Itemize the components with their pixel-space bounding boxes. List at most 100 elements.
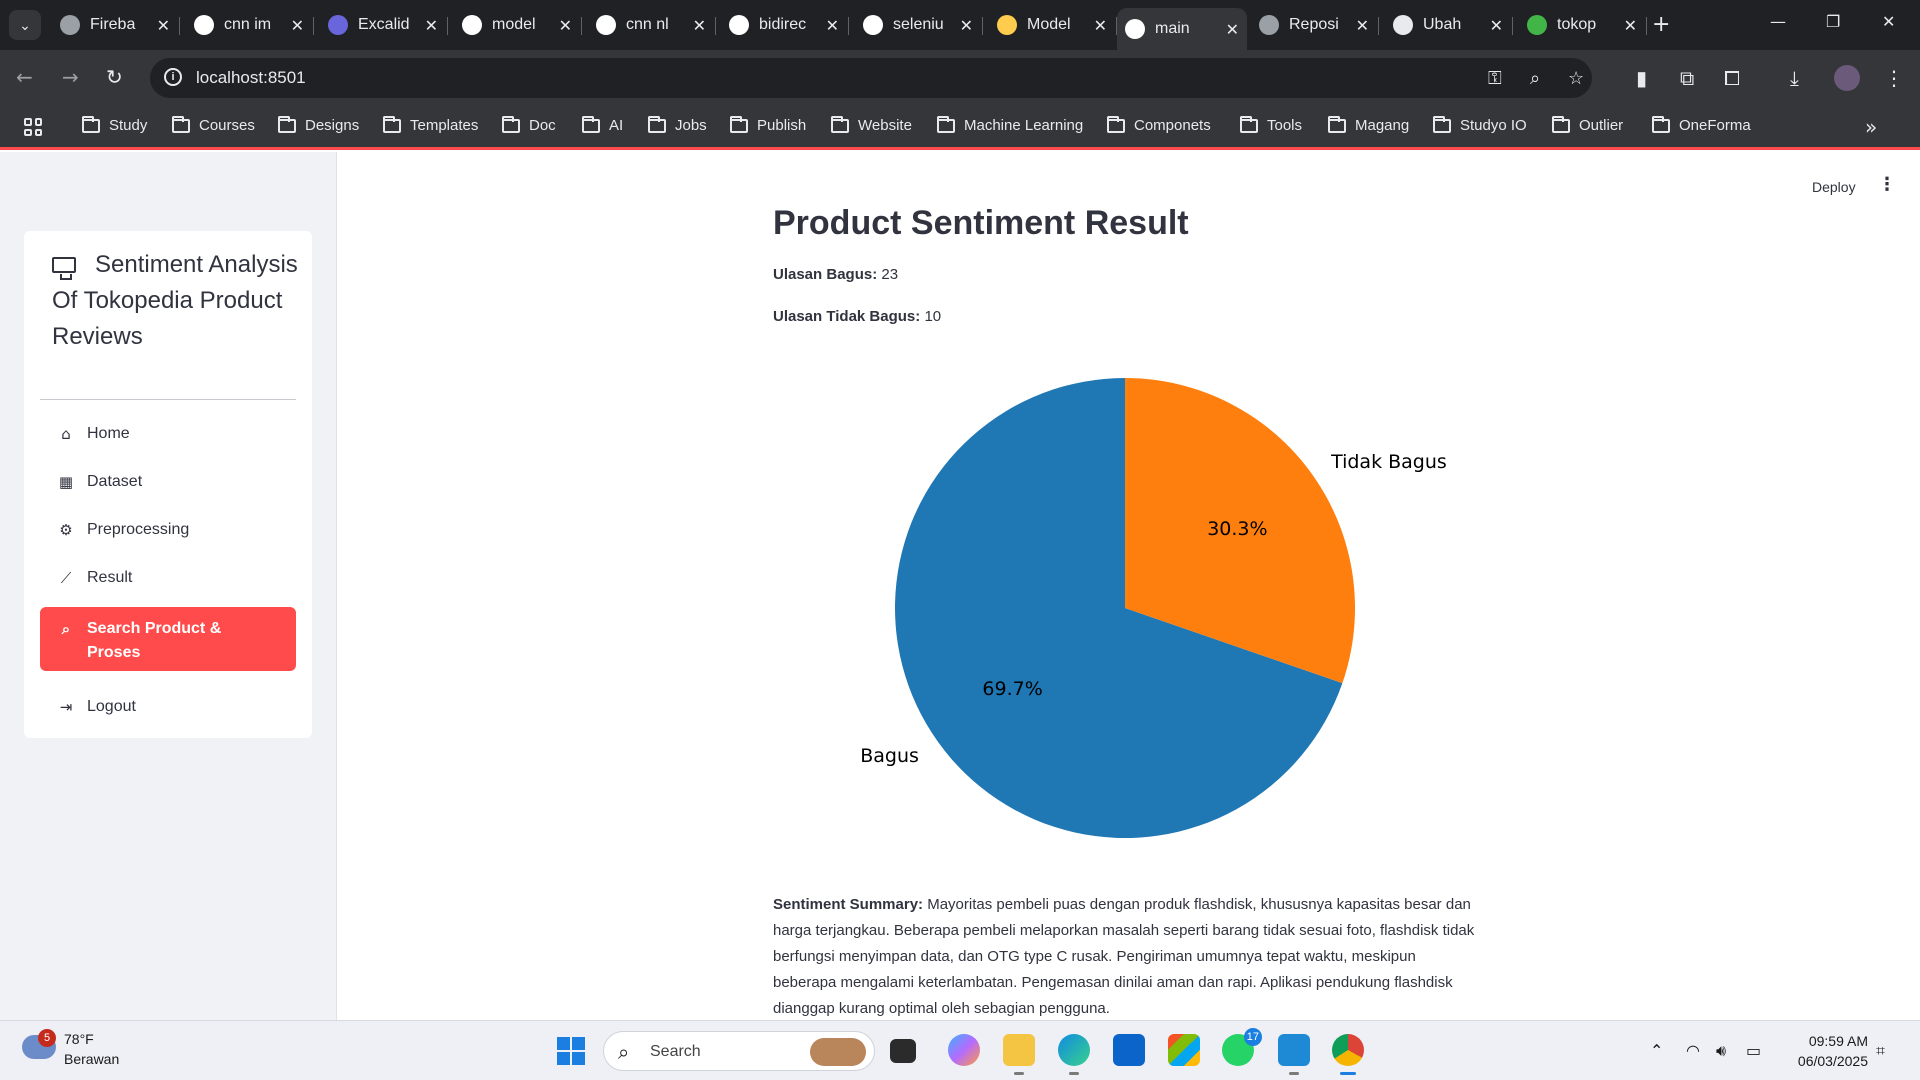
volume-icon[interactable]: 🔊︎	[1716, 1041, 1726, 1061]
browser-tab[interactable]: main ✕	[1117, 8, 1247, 50]
password-key-icon[interactable]: ⚿	[1488, 68, 1502, 89]
browser-tab[interactable]: Ubah ✕	[1385, 8, 1513, 42]
browser-tab[interactable]: Excalid ✕	[320, 8, 448, 42]
browser-menu-icon[interactable]: ⋮	[1884, 66, 1904, 90]
search-highlight-image	[810, 1038, 866, 1066]
bookmark-folder[interactable]: Machine Learning	[937, 115, 1083, 134]
chrome-icon[interactable]	[1332, 1034, 1364, 1075]
minimize-button[interactable]: —	[1770, 12, 1786, 31]
browser-tab[interactable]: Reposi ✕	[1251, 8, 1379, 42]
close-tab-icon[interactable]: ✕	[960, 16, 973, 35]
sidebar-item-home[interactable]: ⌂ Home	[40, 414, 296, 454]
extensions-puzzle-icon[interactable]: ⧠	[1724, 66, 1740, 90]
download-icon[interactable]: ⤓	[1790, 66, 1799, 90]
zoom-icon[interactable]: ⌕	[1530, 68, 1540, 89]
new-tab-button[interactable]: +	[1652, 12, 1670, 37]
bookmark-label: Doc	[529, 117, 556, 134]
bookmark-folder[interactable]: Componets	[1107, 115, 1211, 134]
edge-icon[interactable]	[1058, 1034, 1090, 1075]
site-info-icon[interactable]: i	[164, 68, 182, 86]
reload-button[interactable]: ↻	[106, 65, 123, 89]
weather-description[interactable]: Berawan	[64, 1051, 119, 1067]
vscode-icon[interactable]	[1278, 1034, 1310, 1075]
show-hidden-icons[interactable]: ⌃	[1650, 1041, 1663, 1060]
bookmark-label: Tools	[1267, 117, 1303, 134]
clock-date[interactable]: 06/03/2025	[1788, 1053, 1868, 1069]
bookmark-folder[interactable]: Tools	[1240, 115, 1303, 134]
bookmark-folder[interactable]: Publish	[730, 115, 806, 134]
browser-tab[interactable]: cnn nl ✕	[588, 8, 716, 42]
close-tab-icon[interactable]: ✕	[1490, 16, 1503, 35]
browser-tab[interactable]: tokop ✕	[1519, 8, 1647, 42]
bookmark-folder[interactable]: Outlier	[1552, 115, 1623, 134]
pie-category-label: Tidak Bagus	[1330, 451, 1447, 473]
microsoft-store-icon[interactable]	[1168, 1034, 1200, 1066]
tab-title: Fireba	[90, 16, 136, 33]
bookmark-folder[interactable]: Study	[82, 115, 147, 134]
file-explorer-icon[interactable]	[1003, 1034, 1035, 1075]
close-tab-icon[interactable]: ✕	[559, 16, 572, 35]
bookmark-folder[interactable]: Website	[831, 115, 912, 134]
browser-tab[interactable]: bidirec ✕	[721, 8, 849, 42]
sidebar-item-search[interactable]: ⌕ Search Product & Proses	[40, 607, 296, 671]
browser-tab[interactable]: seleniu ✕	[855, 8, 983, 42]
browser-tab[interactable]: Model ✕	[989, 8, 1117, 42]
tab-search-button[interactable]: ⌄	[9, 10, 41, 40]
profile-avatar[interactable]	[1834, 65, 1860, 91]
close-tab-icon[interactable]: ✕	[1094, 16, 1107, 35]
outlook-icon[interactable]	[1113, 1034, 1145, 1066]
bookmark-folder[interactable]: Studyo IO	[1433, 115, 1527, 134]
apps-grid-icon[interactable]	[24, 118, 42, 136]
forward-button[interactable]: →	[62, 65, 79, 89]
start-button[interactable]	[557, 1037, 585, 1065]
more-bookmarks-icon[interactable]: »	[1865, 115, 1877, 139]
huggingface-icon	[997, 15, 1017, 35]
translate-extension-icon[interactable]: ⧉	[1680, 66, 1694, 90]
close-tab-icon[interactable]: ✕	[826, 16, 839, 35]
deploy-button[interactable]: Deploy	[1812, 179, 1856, 195]
close-tab-icon[interactable]: ✕	[693, 16, 706, 35]
bookmark-folder[interactable]: Templates	[383, 115, 478, 134]
whatsapp-icon[interactable]: 17	[1222, 1028, 1262, 1066]
summary-text: Mayoritas pembeli puas dengan produk fla…	[773, 896, 1475, 1017]
good-review-label: Ulasan Bagus:	[773, 266, 878, 283]
browser-tab[interactable]: model ✕	[454, 8, 582, 42]
bookmark-folder[interactable]: AI	[582, 115, 623, 134]
close-tab-icon[interactable]: ✕	[291, 16, 304, 35]
sidebar-item-result[interactable]: ⟋ Result	[40, 558, 296, 598]
bookmark-folder[interactable]: Jobs	[648, 115, 707, 134]
back-button[interactable]: ←	[16, 65, 33, 89]
close-tab-icon[interactable]: ✕	[157, 16, 170, 35]
sidebar-item-dataset[interactable]: ▦ Dataset	[40, 462, 296, 502]
close-tab-icon[interactable]: ✕	[1356, 16, 1369, 35]
browser-tab[interactable]: cnn im ✕	[186, 8, 314, 42]
notifications-icon[interactable]: ⌗	[1876, 1041, 1885, 1061]
bookmark-folder[interactable]: Designs	[278, 115, 359, 134]
close-tab-icon[interactable]: ✕	[1624, 16, 1637, 35]
bookmark-star-icon[interactable]: ☆	[1568, 68, 1584, 89]
sidebar-item-preprocessing[interactable]: ⚙ Preprocessing	[40, 510, 296, 550]
bookmark-folder[interactable]: Doc	[502, 115, 556, 134]
battery-icon[interactable]: ▭	[1746, 1041, 1761, 1060]
restore-button[interactable]: ❐	[1826, 12, 1840, 31]
address-bar[interactable]: i localhost:8501 ⚿ ⌕ ☆	[150, 58, 1592, 98]
sidebar-item-label: Result	[87, 569, 133, 586]
bookmark-folder[interactable]: Courses	[172, 115, 255, 134]
weather-temperature[interactable]: 78°F	[64, 1031, 94, 1047]
task-view-icon[interactable]	[890, 1039, 916, 1063]
close-tab-icon[interactable]: ✕	[425, 16, 438, 35]
close-tab-icon[interactable]: ✕	[1226, 20, 1239, 39]
sidebar-item-logout[interactable]: ⇥ Logout	[40, 687, 296, 727]
wifi-icon[interactable]: ◠	[1686, 1041, 1700, 1060]
clock-time[interactable]: 09:59 AM	[1802, 1033, 1868, 1049]
copilot-icon[interactable]	[948, 1034, 980, 1066]
bookmark-folder[interactable]: Magang	[1328, 115, 1409, 134]
main-menu-icon[interactable]: ⋮	[1878, 174, 1896, 195]
close-window-button[interactable]: ✕	[1882, 12, 1895, 31]
folder-icon	[730, 115, 748, 133]
url-text[interactable]: localhost:8501	[196, 68, 306, 88]
bookmark-folder[interactable]: OneForma	[1652, 115, 1751, 134]
browser-tab[interactable]: Fireba ✕	[52, 8, 180, 42]
extension-blue-icon[interactable]: ▮	[1636, 66, 1647, 90]
taskbar-search[interactable]: ⌕ Search	[603, 1031, 875, 1071]
